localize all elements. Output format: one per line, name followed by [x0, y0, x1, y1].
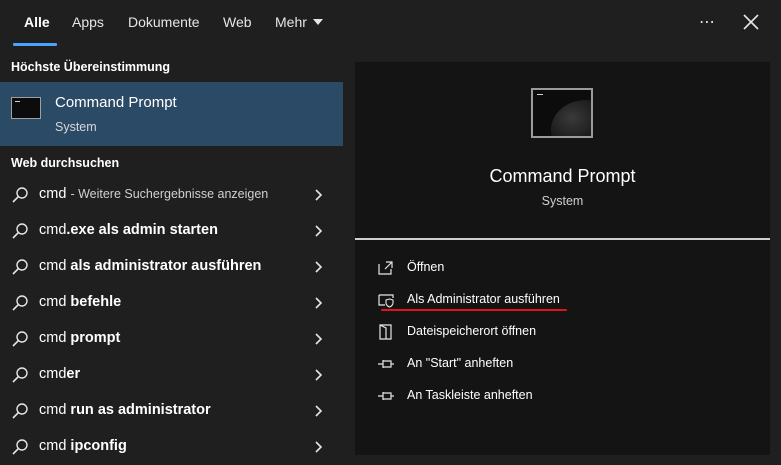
- web-result-item[interactable]: cmd run as administrator: [0, 393, 343, 429]
- web-result-completion: prompt: [66, 330, 121, 346]
- open-icon: [378, 261, 393, 275]
- folder-icon: [379, 324, 392, 340]
- web-result-completion: ipconfig: [66, 438, 127, 454]
- web-result-completion: run as administrator: [66, 402, 211, 418]
- web-result-query: cmd: [39, 330, 67, 346]
- web-result-text: cmd - Weitere Suchergebnisse anzeigen: [39, 186, 268, 202]
- tab-documents[interactable]: Dokumente: [128, 14, 200, 30]
- detail-title: Command Prompt: [489, 166, 636, 186]
- web-result-item[interactable]: cmd prompt: [0, 321, 343, 357]
- search-icon: [12, 367, 28, 383]
- best-match-subtitle: System: [55, 120, 97, 134]
- results-pane: Höchste Übereinstimmung Command Prompt S…: [0, 47, 343, 455]
- web-result-item[interactable]: cmd ipconfig: [0, 429, 343, 465]
- tab-apps[interactable]: Apps: [72, 14, 104, 30]
- web-result-text: cmder: [39, 366, 80, 382]
- more-options-icon[interactable]: ⋯: [699, 12, 716, 32]
- pin-icon: [378, 360, 394, 368]
- action-pin-to-taskbar[interactable]: An Taskleiste anheften: [355, 381, 770, 411]
- icon-glow: [551, 100, 591, 136]
- shield-icon: [378, 294, 394, 308]
- web-result-text: cmd als administrator ausführen: [39, 258, 261, 274]
- web-result-text: cmd prompt: [39, 330, 120, 346]
- action-open-file-location[interactable]: Dateispeicherort öffnen: [355, 317, 770, 347]
- best-match-heading: Höchste Übereinstimmung: [11, 60, 171, 74]
- search-icon: [12, 439, 28, 455]
- chevron-right-icon: [315, 189, 323, 201]
- pin-icon: [378, 392, 394, 400]
- search-tab-bar: Alle Apps Dokumente Web Mehr ⋯: [0, 0, 781, 47]
- detail-subtitle: System: [541, 194, 584, 208]
- web-search-heading: Web durchsuchen: [11, 156, 120, 170]
- web-result-query: cmd: [39, 294, 67, 310]
- search-icon: [12, 223, 28, 239]
- web-result-query: cmd: [39, 222, 67, 238]
- search-icon: [12, 295, 28, 311]
- web-result-completion: er: [66, 366, 81, 382]
- web-result-item[interactable]: cmd.exe als admin starten: [0, 213, 343, 249]
- chevron-right-icon: [315, 261, 323, 273]
- chevron-right-icon: [315, 333, 323, 345]
- chevron-right-icon: [315, 441, 323, 453]
- web-result-query: cmd: [39, 366, 67, 382]
- best-match-title: Command Prompt: [55, 94, 177, 111]
- web-result-query: cmd: [39, 438, 67, 454]
- active-tab-indicator: [13, 43, 57, 46]
- caret-down-icon: [312, 19, 323, 25]
- web-result-completion: als administrator ausführen: [66, 258, 262, 274]
- web-result-query: cmd: [39, 258, 67, 274]
- tab-all[interactable]: Alle: [24, 14, 50, 30]
- action-open[interactable]: Öffnen: [355, 253, 770, 283]
- tab-web[interactable]: Web: [223, 14, 252, 30]
- web-result-text: cmd.exe als admin starten: [39, 222, 218, 238]
- command-prompt-icon: [11, 97, 41, 119]
- web-result-hint: - Weitere Suchergebnisse anzeigen: [70, 187, 269, 201]
- tab-more[interactable]: Mehr: [275, 14, 323, 30]
- detail-divider: [355, 238, 770, 240]
- action-open-label: Öffnen: [407, 260, 445, 274]
- action-pin-to-start-label: An "Start" anheften: [407, 356, 514, 370]
- web-result-text: cmd run as administrator: [39, 402, 211, 418]
- chevron-right-icon: [315, 405, 323, 417]
- web-result-completion: .exe als admin starten: [66, 222, 218, 238]
- icon-prompt-mark: [537, 94, 543, 95]
- highlight-underline: [381, 309, 567, 311]
- web-result-item[interactable]: cmd als administrator ausführen: [0, 249, 343, 285]
- web-result-text: cmd befehle: [39, 294, 121, 310]
- tab-more-label: Mehr: [275, 14, 307, 30]
- web-result-item[interactable]: cmder: [0, 357, 343, 393]
- search-icon: [12, 187, 28, 203]
- web-result-query: cmd: [39, 402, 67, 418]
- detail-pane: Command Prompt System Öffnen Als Adminis…: [355, 62, 770, 455]
- chevron-right-icon: [315, 369, 323, 381]
- command-prompt-large-icon: [531, 88, 593, 138]
- action-pin-to-start[interactable]: An "Start" anheften: [355, 349, 770, 379]
- chevron-right-icon: [315, 297, 323, 309]
- action-run-as-admin-label: Als Administrator ausführen: [407, 292, 560, 306]
- best-match-item[interactable]: Command Prompt System: [0, 82, 343, 146]
- chevron-right-icon: [315, 225, 323, 237]
- search-icon: [12, 403, 28, 419]
- search-icon: [12, 259, 28, 275]
- web-result-query: cmd: [39, 186, 67, 202]
- web-result-completion: befehle: [66, 294, 122, 310]
- close-icon[interactable]: [740, 11, 762, 33]
- web-result-item[interactable]: cmd befehle: [0, 285, 343, 321]
- action-open-file-location-label: Dateispeicherort öffnen: [407, 324, 537, 338]
- web-result-item[interactable]: cmd - Weitere Suchergebnisse anzeigen: [0, 177, 343, 213]
- web-result-text: cmd ipconfig: [39, 438, 127, 454]
- search-icon: [12, 331, 28, 347]
- action-pin-to-taskbar-label: An Taskleiste anheften: [407, 388, 533, 402]
